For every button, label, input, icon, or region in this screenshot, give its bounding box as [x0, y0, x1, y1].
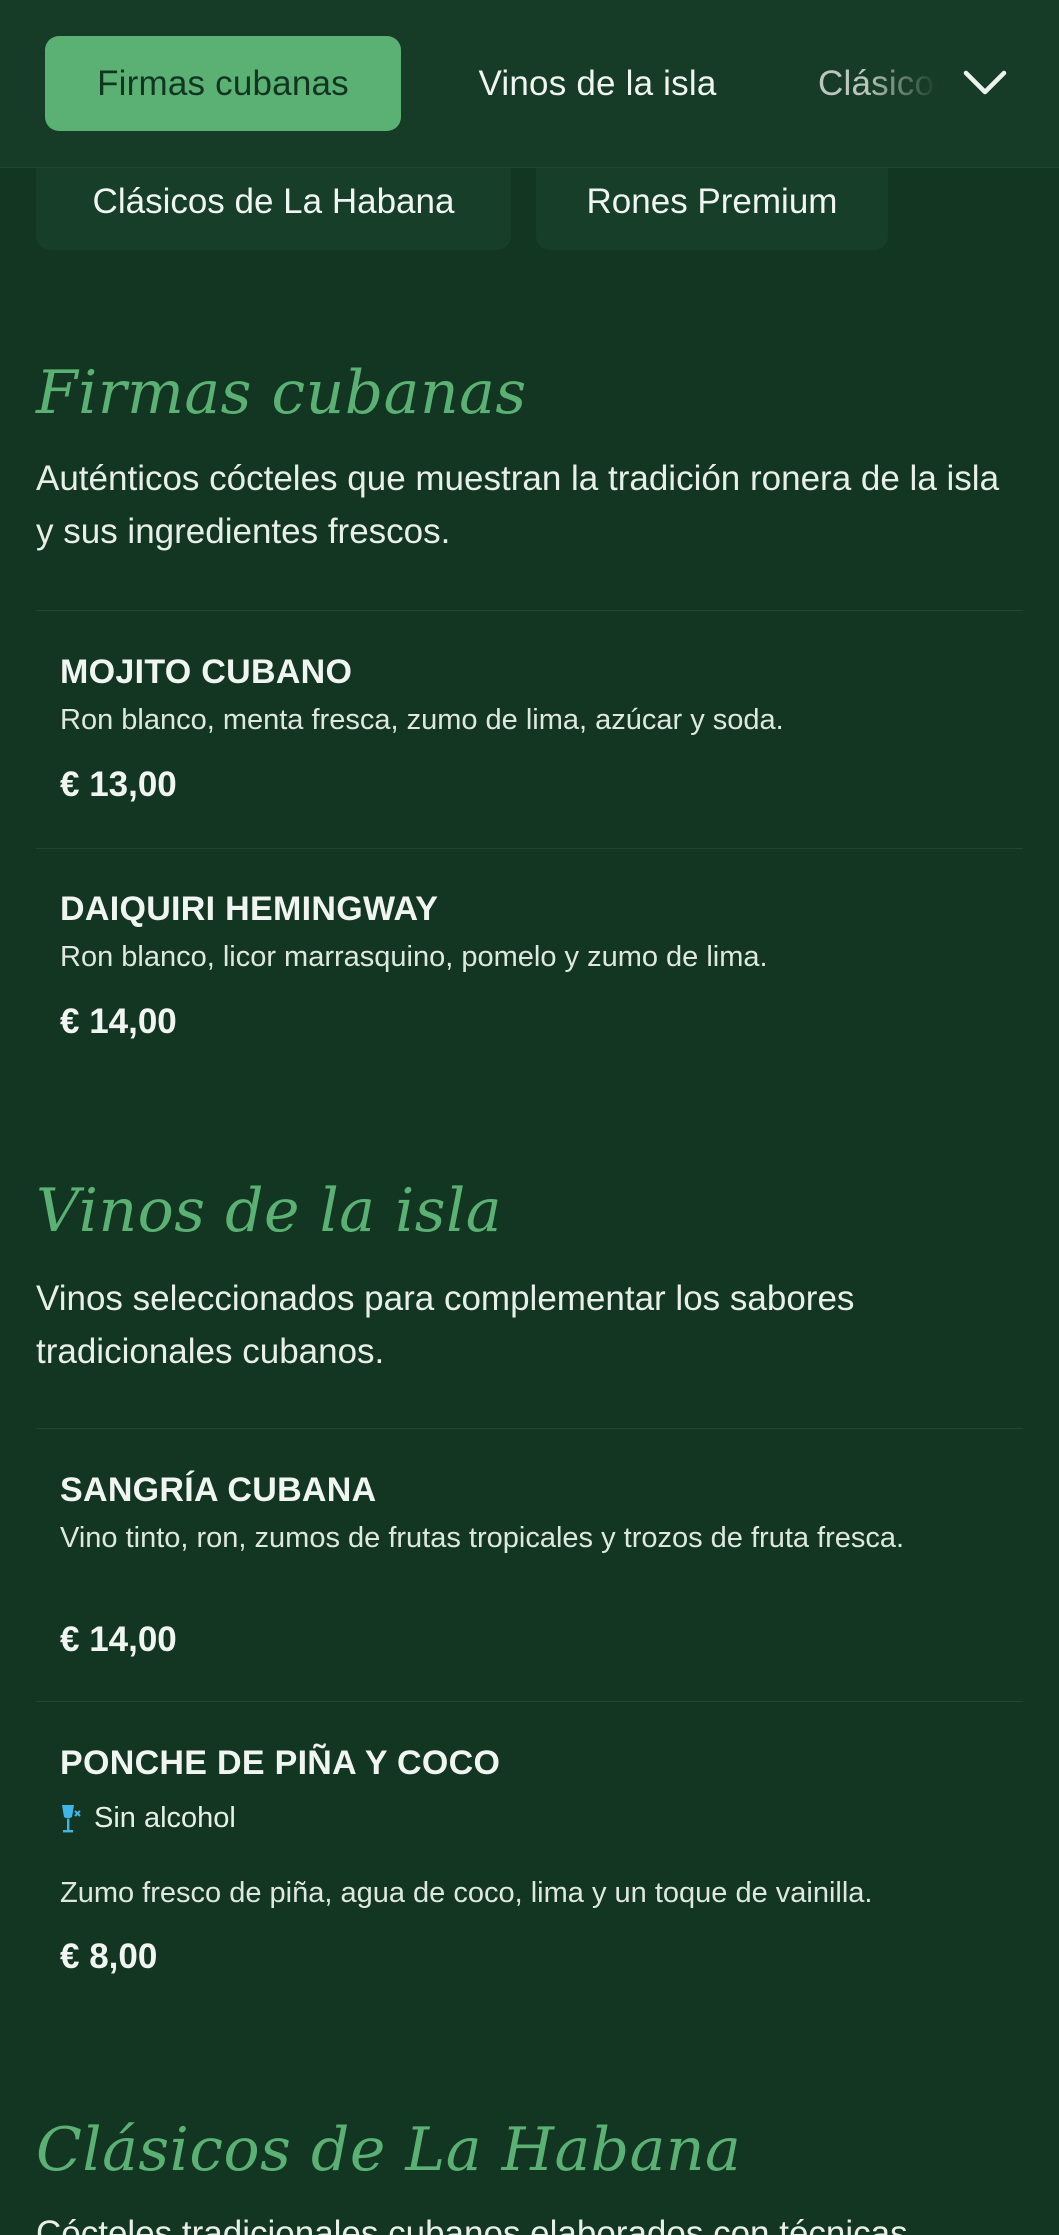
tab-label: Vinos de la isla: [478, 63, 717, 103]
item-name: PONCHE DE PIÑA Y COCO: [60, 1744, 501, 1782]
tab-label: Firmas cubanas: [97, 63, 349, 103]
section-description: Vinos seleccionados para complementar lo…: [36, 1279, 855, 1371]
chip-label: Rones Premium: [586, 182, 838, 221]
divider: [36, 1428, 1023, 1429]
section-description: Cócteles tradicionales cubanos elaborado…: [36, 2214, 908, 2235]
chevron-down-icon: [963, 70, 1007, 95]
item-name: MOJITO CUBANO: [60, 653, 353, 691]
no-alcohol-glass-icon: [62, 1804, 81, 1832]
tab-vinos-de-la-isla[interactable]: Vinos de la isla: [445, 36, 750, 131]
tab-clasicos[interactable]: Clásicos: [818, 36, 938, 131]
category-bar: Firmas cubanas Vinos de la isla Clásicos: [0, 0, 1059, 168]
item-price: € 8,00: [60, 1937, 158, 1976]
section-title: Clásicos de La Habana: [36, 2115, 742, 2185]
item-price: € 14,00: [60, 1620, 177, 1659]
item-description: Vino tinto, ron, zumos de frutas tropica…: [60, 1522, 905, 1554]
category-tabs: Firmas cubanas Vinos de la isla Clásicos: [0, 0, 1059, 168]
item-description: Ron blanco, licor marrasquino, pomelo y …: [60, 941, 768, 973]
tab-firmas-cubanas[interactable]: Firmas cubanas: [45, 36, 401, 131]
chip-label: Clásicos de La Habana: [92, 182, 455, 221]
item-description: Ron blanco, menta fresca, zumo de lima, …: [60, 704, 784, 736]
item-name: SANGRÍA CUBANA: [60, 1471, 377, 1509]
tab-label: Clásicos: [818, 63, 938, 103]
expand-categories-button[interactable]: [950, 50, 1020, 116]
divider: [36, 848, 1023, 849]
section-description: Auténticos cócteles que muestran la trad…: [36, 459, 1000, 551]
section-title: Vinos de la isla: [36, 1176, 503, 1246]
no-alcohol-badge: Sin alcohol: [60, 1802, 236, 1835]
item-price: € 14,00: [60, 1002, 177, 1041]
section-title: Firmas cubanas: [36, 358, 527, 428]
item-price: € 13,00: [60, 765, 177, 804]
badge-label: Sin alcohol: [94, 1802, 236, 1834]
item-description: Zumo fresco de piña, agua de coco, lima …: [60, 1877, 873, 1909]
menu-page: Clásicos de La Habana Rones Premium Firm…: [0, 0, 1059, 2235]
divider: [36, 1701, 1023, 1702]
divider: [36, 610, 1023, 611]
item-name: DAIQUIRI HEMINGWAY: [60, 890, 439, 928]
